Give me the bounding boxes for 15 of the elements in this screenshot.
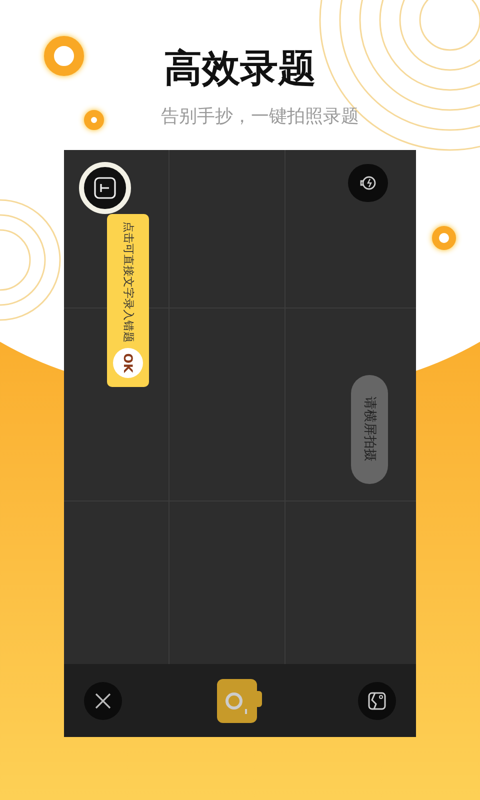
camera-icon <box>217 678 263 722</box>
close-button[interactable] <box>84 682 122 720</box>
orientation-hint: 请横屏拍摄 <box>351 375 388 484</box>
photo-icon <box>367 690 387 710</box>
shutter-button[interactable] <box>217 678 263 722</box>
tooltip-text: 点击可直接文字录入错题 <box>121 220 136 344</box>
text-input-button[interactable] <box>79 162 131 214</box>
page-subtitle: 告别手抄，一键拍照录题 <box>161 105 359 129</box>
ok-button[interactable]: OK <box>113 348 143 378</box>
close-icon <box>94 692 112 710</box>
flash-icon <box>359 174 377 192</box>
flash-button[interactable] <box>348 164 388 202</box>
page-title: 高效录题 <box>164 45 316 92</box>
gallery-button[interactable] <box>358 682 396 720</box>
text-icon <box>94 177 116 199</box>
